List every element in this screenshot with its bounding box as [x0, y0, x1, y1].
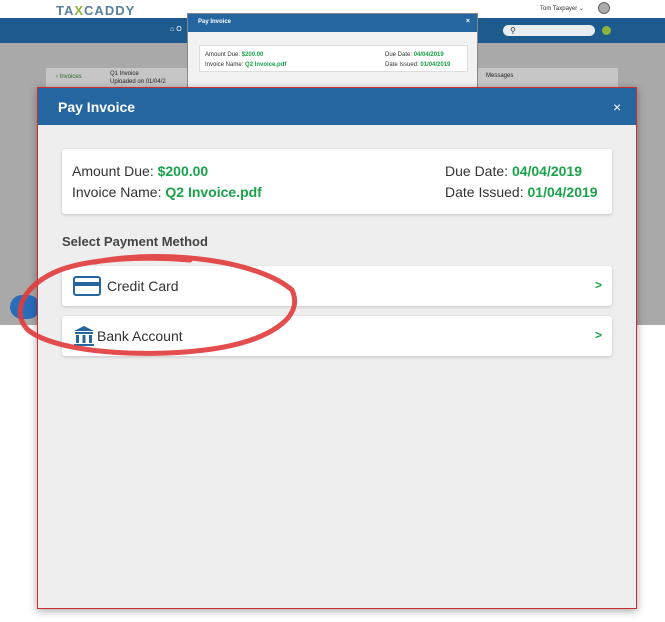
- invoice-name: Invoice Name: Q2 Invoice.pdf: [72, 184, 262, 200]
- messages-tab[interactable]: Messages: [486, 73, 513, 79]
- close-icon[interactable]: ×: [466, 18, 470, 25]
- chevron-right-icon: >: [595, 328, 603, 342]
- help-icon[interactable]: [602, 26, 611, 35]
- search-icon: ⚲: [510, 26, 516, 35]
- pay-invoice-modal: Pay Invoice × Amount Due: $200.00 Invoic…: [37, 87, 637, 609]
- modal-header: Pay Invoice ×: [38, 88, 636, 125]
- bank-account-option[interactable]: Bank Account >: [62, 316, 612, 356]
- preview-date-issued: Date Issued: 01/04/2019: [385, 62, 451, 68]
- nav-home[interactable]: ⌂ O: [170, 26, 182, 33]
- invoice-summary-card: Amount Due: $200.00 Invoice Name: Q2 Inv…: [62, 149, 612, 214]
- invoice-info: Q1 Invoice Uploaded on 01/04/2: [110, 71, 166, 85]
- chevron-right-icon: >: [595, 278, 603, 292]
- preview-invoice-name: Invoice Name: Q2 Invoice.pdf: [205, 62, 287, 68]
- back-to-invoices-link[interactable]: ‹ Invoices: [56, 74, 82, 80]
- modal-title: Pay Invoice: [58, 99, 136, 115]
- bank-icon: [74, 326, 94, 346]
- preview-amount: Amount Due: $200.00: [205, 52, 264, 58]
- preview-info-card: Amount Due: $200.00 Invoice Name: Q2 Inv…: [199, 45, 468, 72]
- amount-due: Amount Due: $200.00: [72, 163, 209, 179]
- preview-title: Pay Invoice: [198, 19, 232, 25]
- due-date: Due Date: 04/04/2019: [445, 163, 583, 179]
- credit-card-option[interactable]: Credit Card >: [62, 266, 612, 306]
- preview-header: Pay Invoice ×: [188, 14, 477, 32]
- avatar[interactable]: [598, 2, 610, 14]
- search-input[interactable]: [503, 25, 595, 36]
- date-issued: Date Issued: 01/04/2019: [445, 184, 598, 200]
- preview-due-date: Due Date: 04/04/2019: [385, 52, 444, 58]
- chat-button[interactable]: [10, 295, 40, 319]
- option-label: Credit Card: [107, 278, 179, 294]
- logo[interactable]: TAXCADDY: [56, 3, 135, 18]
- payment-method-heading: Select Payment Method: [62, 234, 208, 249]
- close-icon[interactable]: ×: [613, 99, 621, 115]
- screen: TAXCADDY Tom Taxpayer ⌄ ⌂ O ⚲ ‹ Invoices…: [0, 0, 665, 622]
- pay-invoice-preview: Pay Invoice × Amount Due: $200.00 Invoic…: [187, 13, 478, 88]
- user-menu[interactable]: Tom Taxpayer ⌄: [540, 5, 584, 12]
- option-label: Bank Account: [97, 328, 183, 344]
- credit-card-icon: [73, 276, 101, 296]
